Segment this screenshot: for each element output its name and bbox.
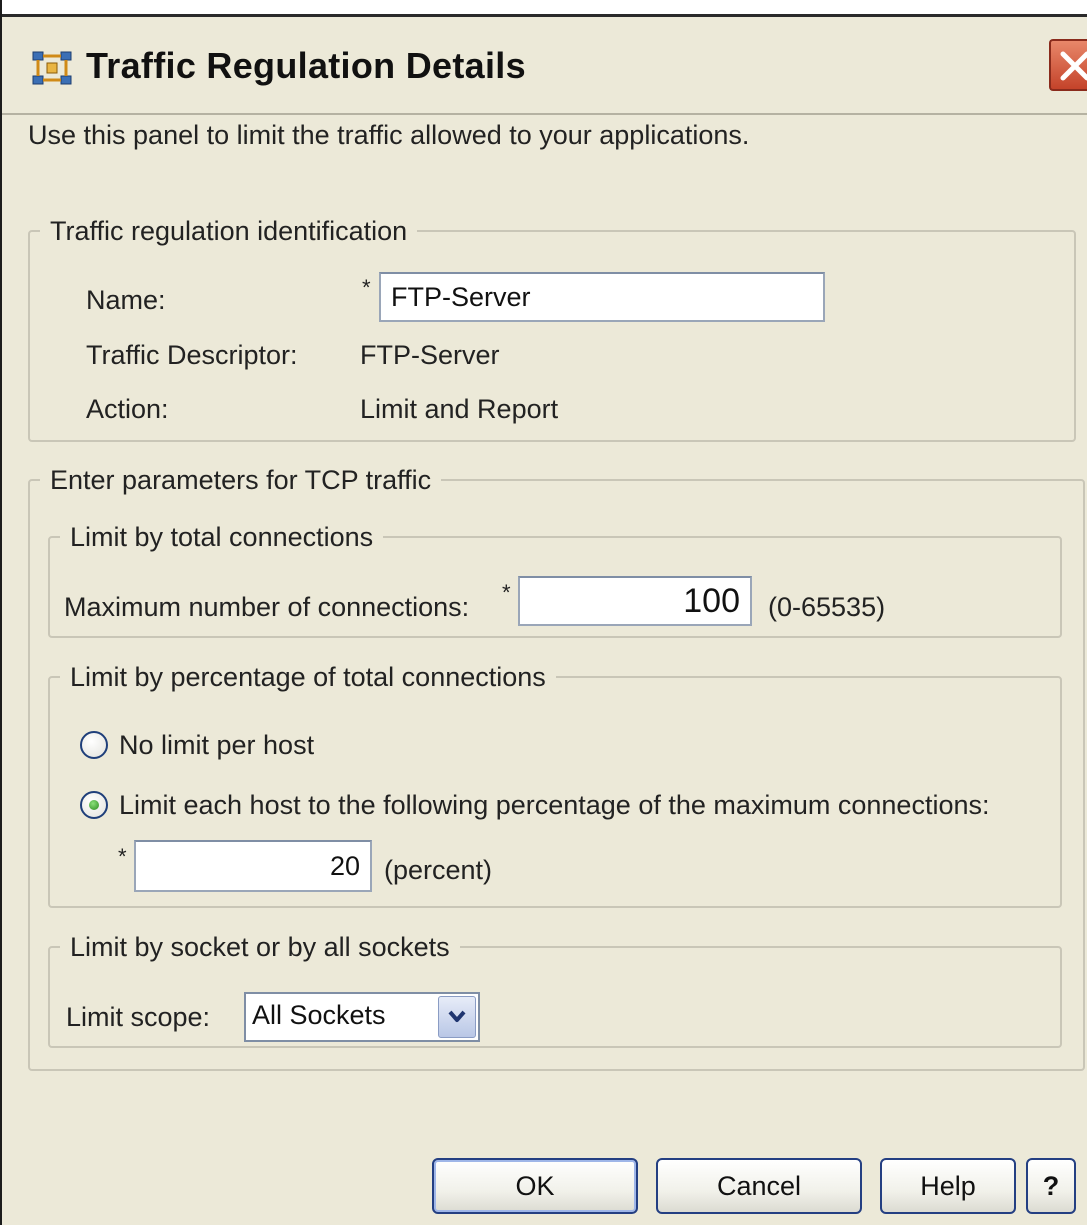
max-connections-range: (0-65535)	[768, 592, 886, 622]
limit-host-label[interactable]: Limit each host to the following percent…	[119, 790, 989, 821]
percent-input[interactable]: 20	[134, 840, 372, 892]
traffic-descriptor-label: Traffic Descriptor:	[86, 340, 298, 370]
top-margin	[2, 0, 1087, 14]
percent-value: 20	[329, 850, 360, 881]
ok-button[interactable]: OK	[432, 1158, 638, 1214]
title-bar[interactable]: Traffic Regulation Details	[2, 17, 1087, 115]
cancel-button[interactable]: Cancel	[656, 1158, 862, 1214]
total-connections-legend: Limit by total connections	[70, 522, 374, 552]
limit-scope-label: Limit scope:	[66, 1002, 211, 1032]
dialog-title: Traffic Regulation Details	[86, 45, 526, 86]
socket-scope-legend: Limit by socket or by all sockets	[70, 932, 450, 962]
radio-selected-dot	[89, 800, 99, 810]
help-button[interactable]: Help	[880, 1158, 1016, 1214]
action-label: Action:	[86, 394, 169, 424]
max-connections-label: Maximum number of connections:	[64, 592, 470, 622]
no-limit-radio[interactable]	[80, 731, 108, 759]
percent-required-marker: *	[118, 844, 127, 869]
percentage-connections-legend: Limit by percentage of total connections	[70, 662, 546, 692]
name-label: Name:	[86, 285, 166, 315]
limit-scope-select[interactable]: All Sockets	[244, 992, 480, 1042]
traffic-regulation-dialog: Traffic Regulation Details Use this pane…	[0, 0, 1087, 1225]
percent-unit: (percent)	[384, 855, 493, 885]
traffic-regulation-icon	[32, 51, 72, 85]
intro-text: Use this panel to limit the traffic allo…	[28, 120, 750, 150]
max-connections-input[interactable]: 100	[518, 576, 752, 626]
identification-legend: Traffic regulation identification	[50, 216, 408, 246]
traffic-descriptor-value: FTP-Server	[360, 340, 500, 370]
max-connections-value: 100	[683, 581, 740, 620]
limit-scope-value: All Sockets	[252, 1000, 386, 1030]
max-connections-required-marker: *	[502, 580, 511, 605]
name-input[interactable]: FTP-Server	[379, 272, 825, 322]
limit-host-radio[interactable]	[80, 791, 108, 819]
action-value: Limit and Report	[360, 394, 559, 424]
close-button[interactable]	[1049, 39, 1087, 91]
tcp-parameters-legend: Enter parameters for TCP traffic	[50, 465, 432, 495]
limit-scope-dropdown-button[interactable]	[438, 996, 476, 1038]
name-input-value: FTP-Server	[391, 281, 531, 312]
context-help-button[interactable]: ?	[1026, 1158, 1076, 1214]
no-limit-label[interactable]: No limit per host	[119, 730, 314, 761]
name-required-marker: *	[362, 275, 371, 300]
